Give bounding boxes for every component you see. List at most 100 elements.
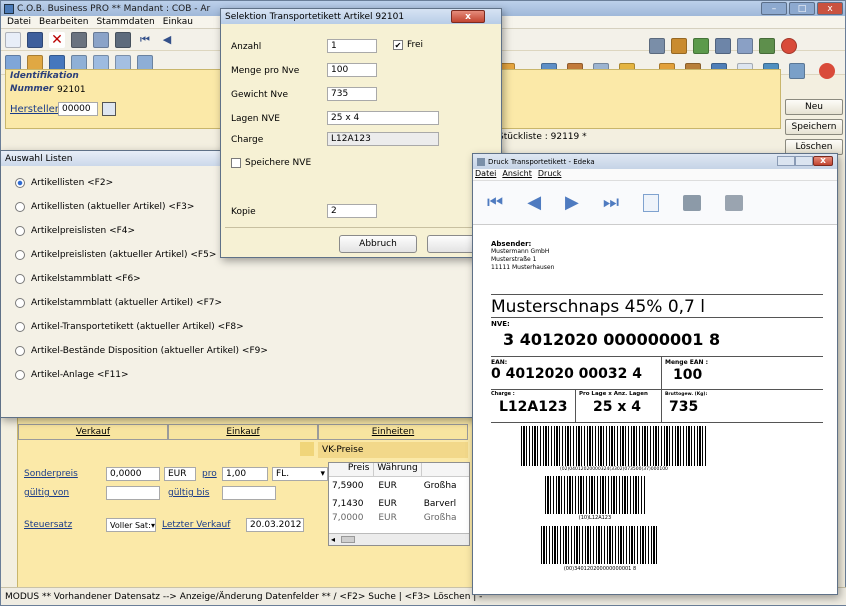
nummer-label: Nummer [10, 84, 54, 94]
users-icon[interactable] [671, 38, 687, 54]
gueltig-von-label: gültig von [24, 488, 70, 498]
new-document-icon[interactable] [5, 31, 21, 48]
unit-select[interactable]: FL. ▾ [272, 467, 328, 481]
table-row[interactable]: 7,5900 EUR Großha [329, 477, 469, 495]
option-artikelstammblatt-aktuell[interactable]: Artikelstammblatt (aktueller Artikel) <F… [15, 291, 485, 315]
speichere-nve-checkbox[interactable]: Speichere NVE [231, 158, 311, 168]
druck-menu-druck[interactable]: Druck [538, 169, 562, 180]
druck-close-button[interactable]: x [813, 156, 833, 166]
speichern-button[interactable]: Speichern [785, 119, 843, 135]
radio[interactable] [15, 346, 25, 356]
page-view-icon[interactable] [643, 193, 660, 212]
print-setup-icon[interactable] [683, 194, 702, 211]
pro-field[interactable]: 1,00 [222, 467, 268, 481]
print-preview-icon[interactable] [115, 31, 131, 48]
list-icon[interactable] [789, 63, 805, 79]
neu-button[interactable]: Neu [785, 99, 843, 115]
radio[interactable] [15, 298, 25, 308]
radio[interactable] [15, 202, 25, 212]
table-icon[interactable] [93, 31, 109, 48]
menu-bearbeiten[interactable]: Bearbeiten [35, 17, 92, 27]
delete-x-icon[interactable]: ✕ [49, 31, 65, 48]
table-cell: EUR [378, 513, 397, 523]
menu-einkauf[interactable]: Einkau [159, 17, 197, 27]
first-page-icon[interactable]: ⏮ [487, 192, 503, 213]
sonderpreis-field[interactable]: 0,0000 [106, 467, 160, 481]
radio[interactable] [15, 370, 25, 380]
radio[interactable] [15, 274, 25, 284]
export-icon[interactable] [759, 38, 775, 54]
anzahl-field[interactable]: 1 [327, 39, 377, 53]
currency-field[interactable]: EUR [164, 467, 196, 481]
option-artikel-anlage[interactable]: Artikel-Anlage <F11> [15, 363, 485, 387]
tab-verkauf[interactable]: Verkauf [18, 424, 168, 440]
absender-heading: Absender: [491, 240, 532, 248]
sonderpreis-label[interactable]: Sonderpreis [24, 469, 78, 479]
table-row[interactable]: 7,0000 EUR Großha [329, 513, 469, 523]
column-header[interactable] [422, 463, 469, 476]
gueltig-bis-field[interactable] [222, 486, 276, 500]
menge-field[interactable]: 100 [327, 63, 377, 77]
druck-menu-ansicht[interactable]: Ansicht [502, 169, 532, 180]
column-header[interactable]: Preis [329, 463, 375, 476]
option-transportetikett[interactable]: Artikel-Transportetikett (aktueller Arti… [15, 315, 485, 339]
gewicht-value: 735 [669, 399, 699, 415]
close-button[interactable]: x [817, 2, 843, 15]
radio[interactable] [15, 226, 25, 236]
gewicht-field[interactable]: 735 [327, 87, 377, 101]
money-icon[interactable] [693, 38, 709, 54]
menu-stammdaten[interactable]: Stammdaten [92, 17, 158, 27]
checkbox-icon[interactable] [231, 158, 241, 168]
scroll-left-icon[interactable]: ◂ [331, 535, 335, 544]
last-page-icon[interactable]: ⏭ [603, 192, 619, 213]
druck-maximize-button[interactable] [795, 156, 813, 166]
print-icon[interactable] [71, 31, 87, 48]
previous-page-icon[interactable]: ◀ [527, 192, 541, 213]
nummer-value[interactable]: 92101 [54, 83, 114, 97]
menu-datei[interactable]: Datei [3, 17, 35, 27]
option-bestaende-disposition[interactable]: Artikel-Bestände Disposition (aktueller … [15, 339, 485, 363]
first-record-icon[interactable]: ⏮ [137, 31, 153, 48]
menge-label: Menge pro Nve [231, 66, 300, 76]
radio-selected[interactable] [15, 178, 25, 188]
hersteller-label[interactable]: Hersteller [10, 104, 59, 115]
column-header[interactable]: Währung [374, 463, 422, 476]
kopie-field[interactable]: 2 [327, 204, 377, 218]
abbruch-button[interactable]: Abbruch [339, 235, 417, 253]
druck-minimize-button[interactable] [777, 156, 795, 166]
tab-einkauf[interactable]: Einkauf [168, 424, 318, 440]
hersteller-field[interactable]: 00000 [58, 102, 98, 116]
previous-record-icon[interactable]: ◀ [159, 31, 175, 48]
table-row[interactable]: 7,1430 EUR Barverl [329, 495, 469, 513]
table-cell: Barverl [423, 499, 457, 509]
edit-icon[interactable] [737, 38, 753, 54]
barcode-2-text: (10)L12A123 [578, 515, 612, 521]
frei-checkbox[interactable]: ✔ Frei [393, 40, 423, 50]
minimize-button[interactable]: – [761, 2, 787, 15]
grid-icon[interactable] [715, 38, 731, 54]
option-artikelstammblatt[interactable]: Artikelstammblatt <F6> [15, 267, 485, 291]
nve-value: 3 4012020 000000001 8 [503, 330, 721, 349]
druck-menu-datei[interactable]: Datei [475, 169, 496, 180]
next-page-icon[interactable]: ▶ [565, 192, 579, 213]
scrollbar-thumb[interactable] [341, 536, 355, 543]
checkbox-checked-icon[interactable]: ✔ [393, 40, 403, 50]
close-circle-icon[interactable] [781, 38, 797, 54]
druck-toolbar: ⏮ ◀ ▶ ⏭ [473, 181, 837, 225]
maximize-button[interactable]: □ [789, 2, 815, 15]
radio[interactable] [15, 322, 25, 332]
tab-einheiten[interactable]: Einheiten [318, 424, 468, 440]
close-record-icon[interactable] [819, 63, 835, 79]
charge-field[interactable]: L12A123 [327, 132, 439, 146]
print-icon[interactable] [725, 194, 744, 211]
hersteller-lookup-icon[interactable] [102, 102, 116, 116]
lagen-field[interactable]: 25 x 4 [327, 111, 439, 125]
calculator-icon[interactable] [649, 38, 665, 54]
save-icon[interactable] [27, 31, 43, 48]
letzter-verkauf-field[interactable]: 20.03.2012 [246, 518, 304, 532]
selektion-close-button[interactable]: x [451, 10, 485, 23]
steuersatz-select[interactable]: Voller Sat: ▾ [106, 518, 156, 532]
gueltig-von-field[interactable] [106, 486, 160, 500]
horizontal-scrollbar[interactable]: ◂ [329, 533, 469, 545]
radio[interactable] [15, 250, 25, 260]
